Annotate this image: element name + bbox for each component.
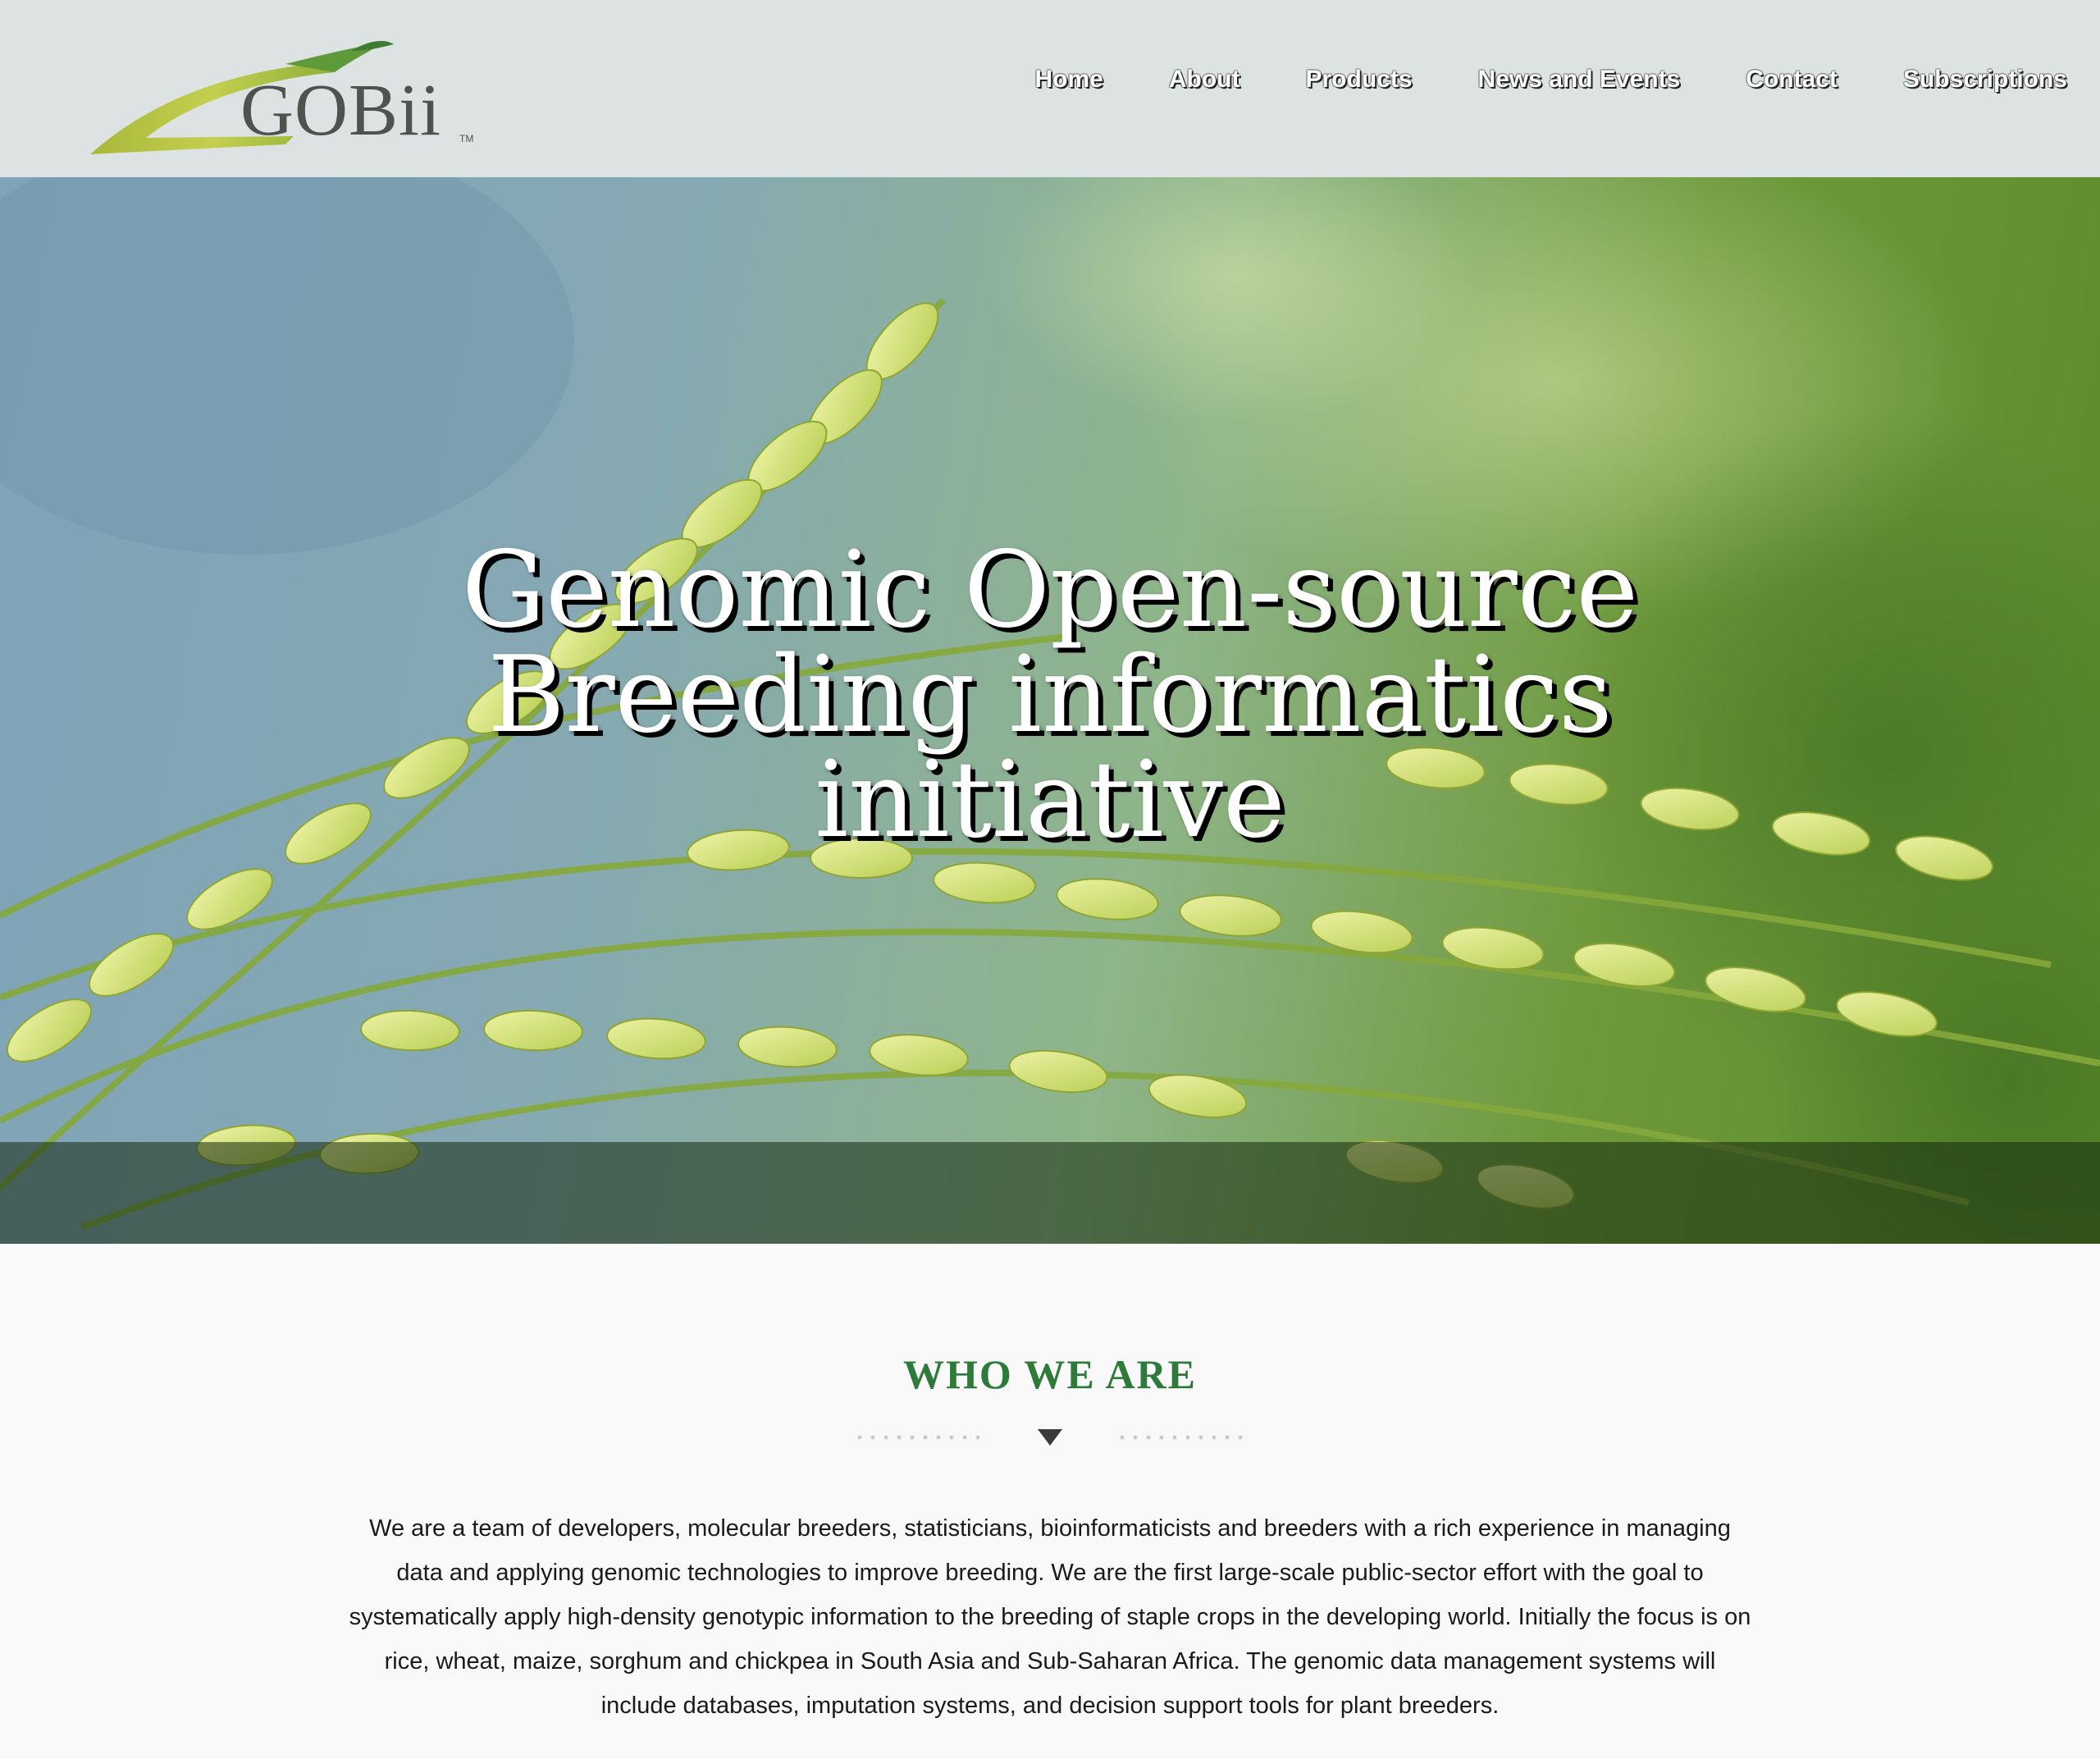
nav-contact[interactable]: Contact [1746, 66, 1838, 94]
who-we-are-text: We are a team of developers, molecular b… [349, 1515, 1751, 1719]
logo-wordmark: GOBii [240, 70, 442, 151]
hero-title-line-2: Breeding informatics [487, 634, 1613, 756]
nav-news-and-events[interactable]: News and Events [1478, 66, 1681, 94]
main-nav: Home About Products News and Events Cont… [970, 59, 2068, 100]
site-header: GOBii TM Home About Products News and Ev… [0, 0, 2100, 177]
hero-title-line-1: Genomic Open-source [461, 529, 1639, 651]
hero-title-line-3: initiative [815, 739, 1285, 861]
logo-trademark: TM [459, 133, 474, 144]
gobii-logo[interactable]: GOBii TM [89, 39, 482, 158]
nav-products[interactable]: Products [1306, 66, 1413, 94]
hero-banner: Genomic Open-source Breeding informatics… [0, 177, 2100, 1244]
nav-subscriptions[interactable]: Subscriptions [1903, 66, 2067, 94]
nav-home[interactable]: Home [1035, 66, 1103, 94]
hero-dark-band [0, 1142, 2100, 1244]
section-title: WHO WE ARE [902, 1351, 1198, 1397]
who-we-are-section: WHO WE ARE We are a team of developers, … [0, 1244, 2100, 1759]
triangle-down-icon [1038, 1429, 1062, 1446]
section-divider [857, 1429, 1243, 1446]
hero-title: Genomic Open-source Breeding informatics… [312, 538, 1788, 853]
nav-about[interactable]: About [1169, 66, 1240, 94]
